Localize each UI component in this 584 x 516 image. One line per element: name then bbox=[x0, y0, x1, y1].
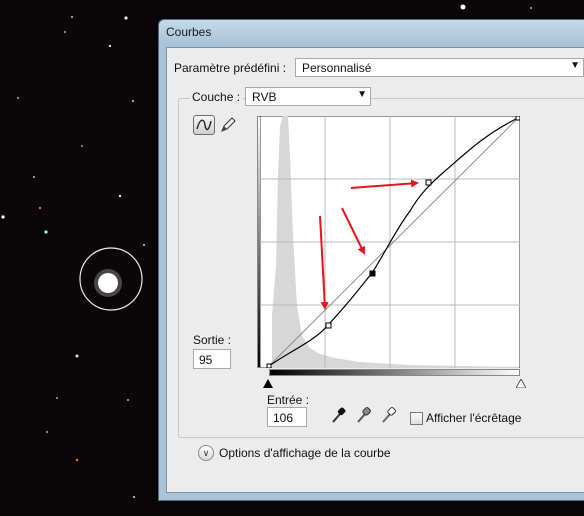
eyedropper-white-icon[interactable] bbox=[381, 406, 397, 424]
black-point-slider[interactable] bbox=[263, 379, 273, 388]
annotation-arrow bbox=[319, 215, 329, 310]
input-gradient-bar bbox=[269, 369, 520, 376]
annotation-arrow bbox=[341, 207, 365, 255]
annotation-layer bbox=[319, 179, 419, 310]
chevron-down-double-icon[interactable]: ∨ bbox=[198, 445, 214, 461]
white-point-slider[interactable] bbox=[516, 379, 526, 388]
clipping-checkbox[interactable] bbox=[410, 412, 423, 425]
curve-options-label[interactable]: Options d'affichage de la courbe bbox=[219, 446, 391, 460]
eyedropper-gray-icon[interactable] bbox=[356, 406, 372, 424]
input-label: Entrée : bbox=[267, 393, 310, 407]
input-value: 106 bbox=[273, 411, 294, 425]
annotation-arrow bbox=[350, 179, 419, 189]
input-field[interactable]: 106 bbox=[267, 407, 307, 427]
eyedropper-black-icon[interactable] bbox=[331, 406, 347, 424]
clipping-label[interactable]: Afficher l'écrêtage bbox=[426, 411, 521, 425]
